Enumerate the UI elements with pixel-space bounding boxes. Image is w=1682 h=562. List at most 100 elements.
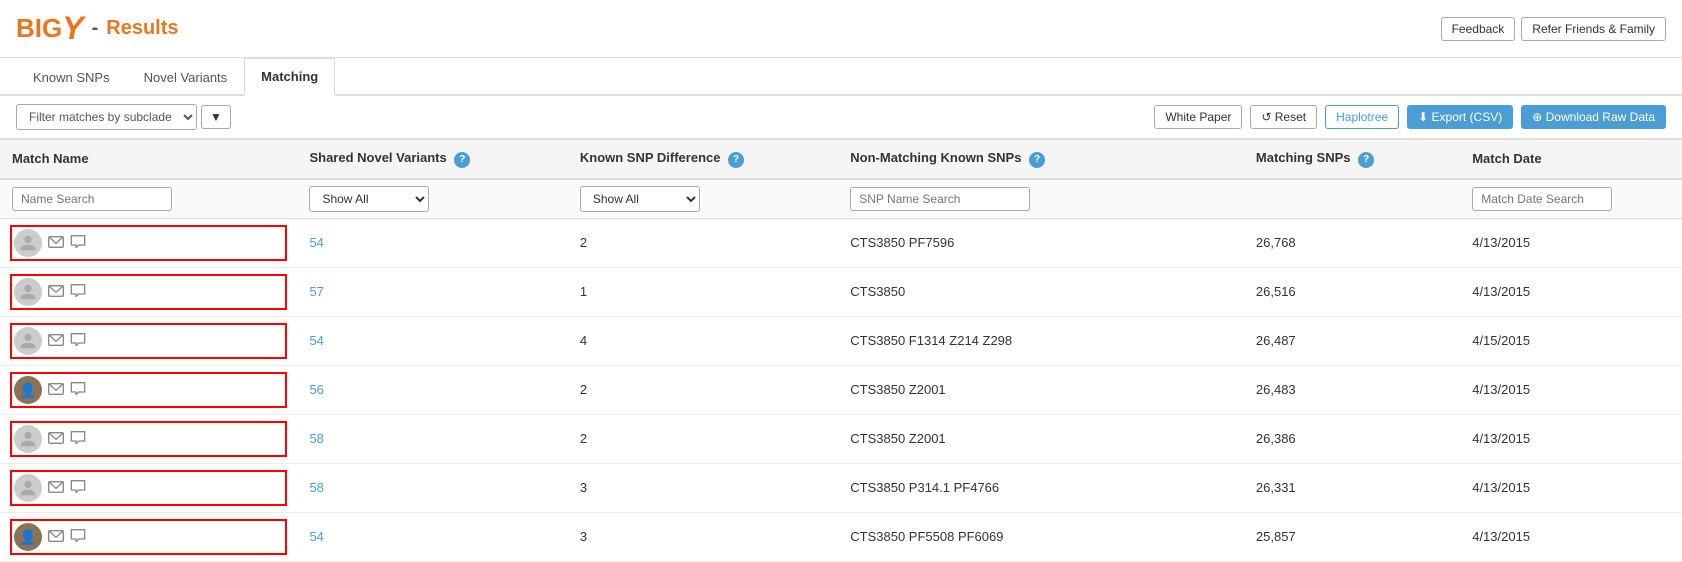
known-diff-cell: 2	[568, 218, 838, 267]
logo-big: BIG	[16, 13, 62, 44]
non-matching-cell: CTS3850	[838, 267, 1244, 316]
filter-snp-name-cell	[838, 179, 1244, 219]
shared-novel-value[interactable]: 58	[309, 431, 323, 446]
help-icon-non-matching[interactable]: ?	[1029, 152, 1045, 168]
refer-button[interactable]: Refer Friends & Family	[1521, 17, 1666, 41]
filter-snv-cell: Show All	[297, 179, 567, 219]
download-raw-button[interactable]: ⊕ Download Raw Data	[1521, 105, 1666, 129]
email-icon[interactable]	[48, 480, 64, 496]
email-icon[interactable]	[48, 333, 64, 349]
non-matching-cell: CTS3850 F1314 Z214 Z298	[838, 316, 1244, 365]
matching-snps-cell: 26,768	[1244, 218, 1460, 267]
table-row: 582CTS3850 Z200126,3864/13/2015	[0, 414, 1682, 463]
message-icon[interactable]	[70, 528, 86, 545]
table-body: 542CTS3850 PF759626,7684/13/2015571CTS38…	[0, 218, 1682, 561]
message-icon[interactable]	[70, 381, 86, 398]
match-name-cell	[0, 463, 297, 512]
help-icon-known-snp-diff[interactable]: ?	[728, 152, 744, 168]
avatar: 👤	[14, 376, 42, 404]
shared-novel-value[interactable]: 56	[309, 382, 323, 397]
filter-container: Filter matches by subclade ▼	[16, 104, 231, 130]
header: BIGY - Results Feedback Refer Friends & …	[0, 0, 1682, 58]
known-diff-cell: 3	[568, 512, 838, 561]
filter-known-cell: Show All	[568, 179, 838, 219]
avatar	[14, 278, 42, 306]
table-row: 👤562CTS3850 Z200126,4834/13/2015	[0, 365, 1682, 414]
show-all-known-select[interactable]: Show All	[580, 186, 700, 212]
shared-novel-cell: 54	[297, 316, 567, 365]
known-diff-cell: 3	[568, 463, 838, 512]
svg-text:👤: 👤	[19, 382, 36, 399]
email-icon[interactable]	[48, 235, 64, 251]
svg-text:👤: 👤	[19, 529, 36, 546]
show-all-snv-select[interactable]: Show All	[309, 186, 429, 212]
filter-dropdown-button[interactable]: ▼	[201, 105, 231, 129]
message-icon[interactable]	[70, 234, 86, 251]
match-date-cell: 4/13/2015	[1460, 267, 1682, 316]
tab-novel-variants[interactable]: Novel Variants	[127, 59, 245, 95]
match-date-cell: 4/13/2015	[1460, 414, 1682, 463]
message-icon[interactable]	[70, 430, 86, 447]
header-buttons: Feedback Refer Friends & Family	[1441, 17, 1666, 41]
table-row: 👤543CTS3850 PF5508 PF606925,8574/13/2015	[0, 512, 1682, 561]
shared-novel-cell: 54	[297, 218, 567, 267]
shared-novel-value[interactable]: 54	[309, 529, 323, 544]
reset-button[interactable]: ↺ Reset	[1250, 105, 1317, 129]
match-name-cell	[0, 218, 297, 267]
filter-subclade-select[interactable]: Filter matches by subclade	[16, 104, 197, 130]
shared-novel-value[interactable]: 57	[309, 284, 323, 299]
export-csv-button[interactable]: ⬇ Export (CSV)	[1407, 105, 1513, 129]
match-date-search-input[interactable]	[1472, 187, 1612, 211]
match-name-cell: 👤	[0, 512, 297, 561]
email-icon[interactable]	[48, 284, 64, 300]
col-header-shared-novel: Shared Novel Variants ?	[297, 140, 567, 179]
snp-name-search-input[interactable]	[850, 187, 1030, 211]
email-icon[interactable]	[48, 431, 64, 447]
results-table-container: Match Name Shared Novel Variants ? Known…	[0, 139, 1682, 562]
matching-snps-cell: 26,331	[1244, 463, 1460, 512]
help-icon-shared-novel[interactable]: ?	[454, 152, 470, 168]
col-header-match-name: Match Name	[0, 140, 297, 179]
table-row: 544CTS3850 F1314 Z214 Z29826,4874/15/201…	[0, 316, 1682, 365]
help-icon-matching-snps[interactable]: ?	[1358, 152, 1374, 168]
avatar	[14, 327, 42, 355]
non-matching-cell: CTS3850 PF5508 PF6069	[838, 512, 1244, 561]
haplotree-button[interactable]: Haplotree	[1325, 105, 1399, 129]
email-icon[interactable]	[48, 382, 64, 398]
name-search-input[interactable]	[12, 187, 172, 211]
matching-snps-cell: 26,483	[1244, 365, 1460, 414]
shared-novel-value[interactable]: 58	[309, 480, 323, 495]
logo-results: Results	[106, 17, 178, 40]
filter-match-date-cell	[1460, 179, 1682, 219]
match-name-cell	[0, 316, 297, 365]
message-icon[interactable]	[70, 479, 86, 496]
tabs-bar: Known SNPs Novel Variants Matching	[0, 58, 1682, 96]
shared-novel-cell: 57	[297, 267, 567, 316]
known-diff-cell: 2	[568, 414, 838, 463]
match-name-cell	[0, 267, 297, 316]
non-matching-cell: CTS3850 P314.1 PF4766	[838, 463, 1244, 512]
shared-novel-cell: 58	[297, 414, 567, 463]
col-header-matching-snps: Matching SNPs ?	[1244, 140, 1460, 179]
match-date-cell: 4/13/2015	[1460, 218, 1682, 267]
white-paper-button[interactable]: White Paper	[1154, 105, 1242, 129]
table-header-row: Match Name Shared Novel Variants ? Known…	[0, 140, 1682, 179]
message-icon[interactable]	[70, 332, 86, 349]
tab-known-snps[interactable]: Known SNPs	[16, 59, 127, 95]
filter-row: Show All Show All	[0, 179, 1682, 219]
email-icon[interactable]	[48, 529, 64, 545]
shared-novel-cell: 58	[297, 463, 567, 512]
known-diff-cell: 1	[568, 267, 838, 316]
logo-dash: -	[92, 17, 99, 40]
message-icon[interactable]	[70, 283, 86, 300]
logo: BIGY - Results	[16, 10, 179, 47]
avatar	[14, 425, 42, 453]
table-row: 571CTS385026,5164/13/2015	[0, 267, 1682, 316]
tab-matching[interactable]: Matching	[244, 58, 335, 96]
matching-snps-cell: 26,487	[1244, 316, 1460, 365]
shared-novel-value[interactable]: 54	[309, 333, 323, 348]
shared-novel-value[interactable]: 54	[309, 235, 323, 250]
logo-y: Y	[62, 10, 83, 47]
feedback-button[interactable]: Feedback	[1441, 17, 1516, 41]
non-matching-cell: CTS3850 Z2001	[838, 365, 1244, 414]
